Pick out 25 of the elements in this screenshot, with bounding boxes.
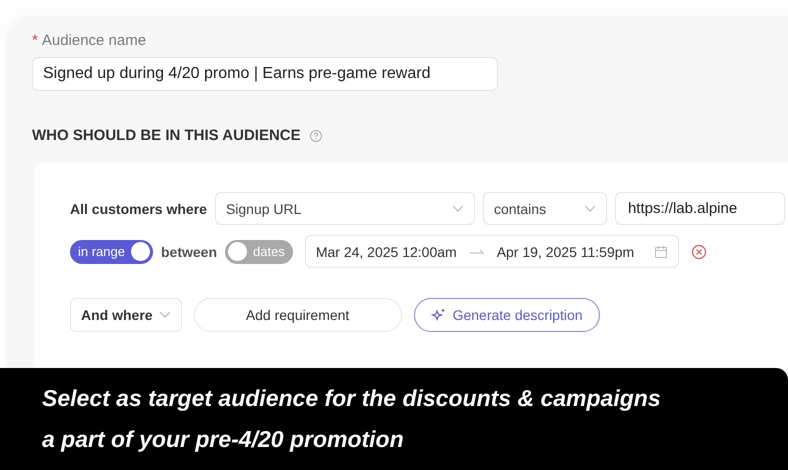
operator-dropdown[interactable]: contains: [482, 192, 607, 225]
section-title: WHO SHOULD BE IN THIS AUDIENCE: [32, 127, 301, 144]
between-label: between: [160, 244, 217, 260]
field-dropdown[interactable]: Signup URL: [214, 192, 475, 225]
calendar-icon: [654, 244, 668, 258]
remove-icon[interactable]: [691, 244, 708, 260]
caption-text: a part of your pre-4/20 promotion: [42, 426, 405, 453]
help-icon[interactable]: [308, 128, 323, 142]
chevron-icon: [452, 204, 464, 212]
date-range-picker[interactable]: Mar 24, 2025 12:00am Apr 19, 2025 11:59pm: [304, 235, 680, 268]
sparkle-icon: [430, 307, 447, 323]
chevron-icon: [158, 311, 171, 319]
end-date: Apr 19, 2025 11:59pm: [496, 244, 634, 260]
generate-description-button[interactable]: Generate description: [414, 298, 600, 332]
caption-text: Select as target audience for the discounts & campaigns: [42, 385, 662, 412]
condition-label: All customers where: [70, 200, 207, 216]
field-label: Audience name: [42, 32, 146, 49]
required-asterisk: *: [32, 32, 38, 49]
toggle-switch[interactable]: in range: [70, 240, 153, 264]
add-requirement-button[interactable]: Add requirement: [194, 298, 402, 332]
audience-name-input[interactable]: Signed up during 4/20 promo | Earns pre-game reward: [32, 57, 498, 91]
value-input[interactable]: https://lab.alpine: [614, 192, 785, 225]
start-date: Mar 24, 2025 12:00am: [316, 244, 457, 260]
chevron-icon: [584, 204, 596, 212]
and-where-dropdown[interactable]: And where: [70, 298, 182, 332]
